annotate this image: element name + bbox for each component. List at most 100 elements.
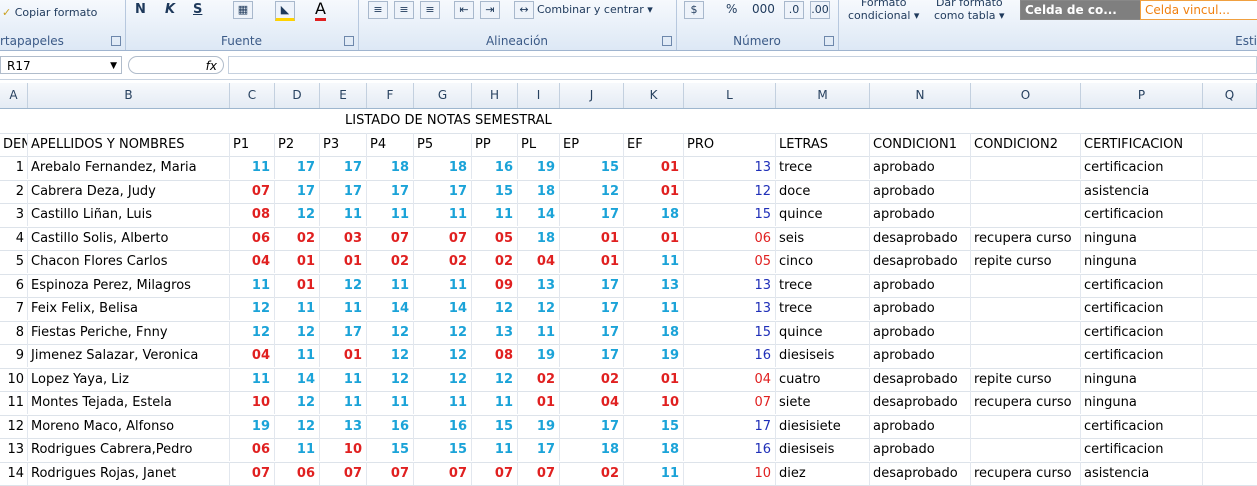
name-cell[interactable]: Cabrera Deza, Judy [28,180,230,203]
grade-cell[interactable]: 10 [624,391,684,414]
condition2-cell[interactable]: recupera curso [971,227,1081,250]
letters-cell[interactable]: seis [776,227,870,250]
grade-cell[interactable]: 16 [472,156,518,179]
grade-cell[interactable]: 18 [624,438,684,461]
grade-cell[interactable]: 11 [275,438,320,461]
grade-cell[interactable]: 14 [518,203,560,226]
grade-cell[interactable]: 01 [624,156,684,179]
grade-cell[interactable]: 17 [320,321,367,344]
average-cell[interactable]: 17 [684,415,776,438]
grade-cell[interactable]: 08 [472,344,518,367]
grade-cell[interactable]: 17 [560,203,624,226]
name-cell[interactable]: Lopez Yaya, Liz [28,368,230,391]
condition1-cell[interactable]: aprobado [870,438,971,461]
letters-cell[interactable]: diesiseis [776,438,870,461]
grade-cell[interactable]: 11 [414,203,472,226]
letters-cell[interactable]: quince [776,203,870,226]
certification-cell[interactable]: ninguna [1081,368,1203,391]
grade-cell[interactable]: 07 [367,227,414,250]
grade-cell[interactable]: 19 [518,415,560,438]
column-header-a[interactable]: A [0,83,28,108]
grade-cell[interactable]: 14 [414,297,472,320]
column-header-e[interactable]: E [320,83,367,108]
certification-cell[interactable]: ninguna [1081,250,1203,273]
condition1-cell[interactable]: desaprobado [870,368,971,391]
name-cell[interactable]: Castillo Liñan, Luis [28,203,230,226]
grade-cell[interactable]: 11 [624,462,684,485]
condition2-cell[interactable] [971,344,1081,367]
condition1-cell[interactable]: aprobado [870,297,971,320]
grade-cell[interactable]: 01 [560,227,624,250]
grade-cell[interactable]: 02 [518,368,560,391]
average-cell[interactable]: 04 [684,368,776,391]
grade-cell[interactable]: 02 [560,368,624,391]
grade-cell[interactable]: 15 [414,438,472,461]
grade-cell[interactable]: 17 [275,156,320,179]
align-center-icon[interactable]: ≡ [394,1,417,19]
header-cell[interactable]: P4 [367,133,414,156]
percent-button[interactable]: % [726,2,737,16]
condition1-cell[interactable]: aprobado [870,203,971,226]
order-cell[interactable]: 10 [0,368,28,391]
formula-input[interactable] [228,56,1257,74]
grade-cell[interactable]: 18 [624,321,684,344]
condition1-cell[interactable]: desaprobado [870,227,971,250]
header-cell[interactable]: CERTIFICACION [1081,133,1203,156]
letters-cell[interactable]: diez [776,462,870,485]
order-cell[interactable]: 8 [0,321,28,344]
average-cell[interactable]: 16 [684,438,776,461]
header-cell[interactable]: P1 [230,133,275,156]
name-cell[interactable]: Montes Tejada, Estela [28,391,230,414]
grade-cell[interactable]: 14 [275,368,320,391]
grade-cell[interactable]: 11 [275,344,320,367]
grade-cell[interactable]: 15 [560,156,624,179]
grade-cell[interactable]: 02 [472,250,518,273]
grade-cell[interactable]: 16 [367,415,414,438]
order-cell[interactable]: 3 [0,203,28,226]
grade-cell[interactable]: 11 [230,156,275,179]
grade-cell[interactable]: 13 [624,274,684,297]
grade-cell[interactable]: 12 [367,344,414,367]
order-cell[interactable]: 6 [0,274,28,297]
fx-icon[interactable]: fx [206,57,217,75]
certification-cell[interactable]: asistencia [1081,180,1203,203]
order-cell[interactable]: 5 [0,250,28,273]
condition1-cell[interactable]: aprobado [870,321,971,344]
header-cell[interactable]: EP [560,133,624,156]
certification-cell[interactable]: asistencia [1081,462,1203,485]
grade-cell[interactable]: 12 [275,203,320,226]
increase-decimal-icon[interactable]: .0 [784,1,807,19]
grade-cell[interactable]: 18 [518,180,560,203]
name-cell[interactable]: Rodrigues Rojas, Janet [28,462,230,485]
column-header-h[interactable]: H [472,83,518,108]
certification-cell[interactable]: certificacion [1081,321,1203,344]
header-cell[interactable]: P3 [320,133,367,156]
letters-cell[interactable]: doce [776,180,870,203]
condition2-cell[interactable]: recupera curso [971,391,1081,414]
grade-cell[interactable]: 11 [320,297,367,320]
fill-color-icon[interactable]: ◣ [275,1,298,21]
grade-cell[interactable]: 11 [414,274,472,297]
grade-cell[interactable]: 11 [275,297,320,320]
align-right-icon[interactable]: ≡ [420,1,443,19]
condition2-cell[interactable] [971,297,1081,320]
grade-cell[interactable]: 19 [518,156,560,179]
grade-cell[interactable]: 12 [367,321,414,344]
increase-indent-icon[interactable]: ⇥ [480,1,503,19]
condition2-cell[interactable] [971,274,1081,297]
grade-cell[interactable]: 13 [472,321,518,344]
name-cell[interactable]: Feix Felix, Belisa [28,297,230,320]
certification-cell[interactable]: certificacion [1081,415,1203,438]
average-cell[interactable]: 15 [684,203,776,226]
average-cell[interactable]: 06 [684,227,776,250]
grade-cell[interactable]: 07 [367,462,414,485]
certification-cell[interactable]: certificacion [1081,438,1203,461]
grade-cell[interactable]: 04 [518,250,560,273]
condition1-cell[interactable]: desaprobado [870,391,971,414]
grade-cell[interactable]: 02 [367,250,414,273]
order-cell[interactable]: 14 [0,462,28,485]
header-cell[interactable]: PRO [684,133,776,156]
order-cell[interactable]: 1 [0,156,28,179]
grade-cell[interactable]: 17 [367,180,414,203]
grade-cell[interactable]: 07 [414,227,472,250]
